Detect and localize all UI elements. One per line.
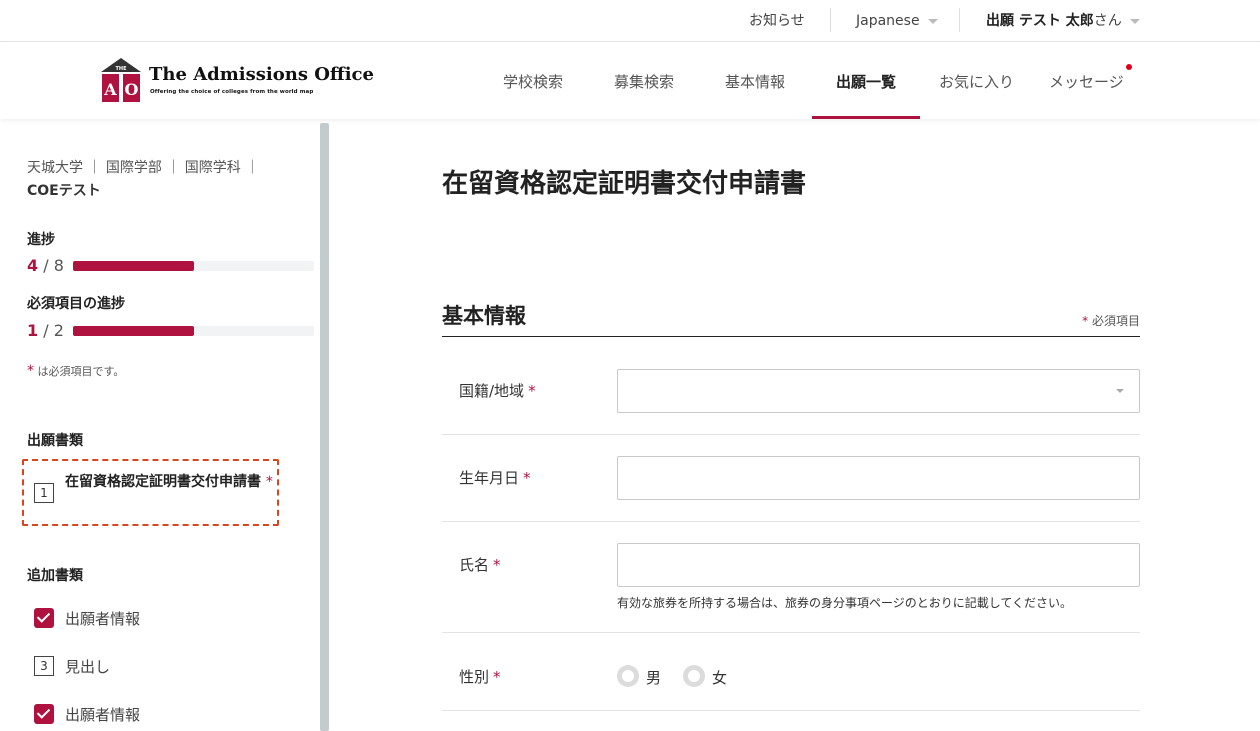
nav-recruitment-search[interactable]: 募集検索 [614, 42, 674, 119]
progress-separator: / [38, 256, 54, 275]
gender-radio-male[interactable] [617, 665, 639, 687]
row-divider [442, 521, 1140, 522]
additional-docs-heading: 追加書類 [27, 568, 83, 584]
row-divider [442, 710, 1140, 711]
required-star: * [528, 382, 536, 400]
progress-current: 4 [27, 256, 39, 275]
nationality-label-text: 国籍/地域 [459, 382, 525, 400]
name-input[interactable] [617, 543, 1140, 587]
chevron-down-icon [1116, 389, 1124, 393]
document-number-badge: 1 [34, 483, 54, 503]
required-progress-count: 1 / 2 [27, 321, 64, 340]
row-divider [442, 632, 1140, 633]
logo-subtitle: Offering the choice of colleges from the… [150, 89, 314, 95]
logo-mark-top: THE [115, 66, 127, 72]
progress-bar-fill [73, 261, 194, 271]
required-star: * [27, 363, 34, 379]
checkbox-checked-icon [34, 704, 54, 724]
document-number-badge: 3 [34, 656, 54, 676]
gender-option-male[interactable]: 男 [646, 667, 661, 688]
sidebar-item-applicant-info[interactable]: 出願者情報 [65, 608, 140, 629]
main-content: 在留資格認定証明書交付申請書 基本情報 * 必須項目 国籍/地域 * 生年月日 * … [330, 119, 1260, 731]
name-label-text: 氏名 [459, 556, 490, 574]
nationality-label: 国籍/地域 * [459, 380, 536, 401]
required-star: * [493, 556, 501, 574]
required-progress-current: 1 [27, 321, 39, 340]
birthdate-label: 生年月日 * [459, 467, 531, 488]
language-selector[interactable]: Japanese [856, 0, 938, 42]
birthdate-label-text: 生年月日 [459, 469, 520, 487]
required-progress-separator: / [38, 321, 54, 340]
gender-option-female[interactable]: 女 [712, 667, 727, 688]
logo-title: The Admissions Office [149, 64, 374, 85]
sidebar: 天城大学 ｜ 国際学部 ｜ 国際学科 ｜ COEテスト 進捗 4 / 8 必須項… [0, 119, 330, 731]
required-legend: * 必須項目 [1070, 312, 1140, 329]
program-name: COEテスト [27, 183, 101, 199]
birthdate-input[interactable] [617, 456, 1140, 500]
language-label: Japanese [856, 13, 920, 29]
gender-label-text: 性別 [459, 668, 490, 686]
logo-mark-o: O [125, 80, 139, 99]
required-progress-bar-fill [73, 326, 194, 336]
sidebar-item-coe-application[interactable]: 在留資格認定証明書交付申請書 * [65, 470, 275, 494]
application-docs-heading: 出願書類 [27, 433, 83, 449]
logo-mark-a: A [103, 80, 117, 99]
progress-label: 進捗 [27, 232, 55, 248]
required-progress-total: 2 [53, 321, 64, 340]
active-tab-indicator [812, 116, 920, 119]
page-title: 在留資格認定証明書交付申請書 [442, 169, 807, 199]
nav-school-search[interactable]: 学校検索 [503, 42, 563, 119]
required-star: * [493, 668, 501, 686]
name-help-text: 有効な旅券を所持する場合は、旅券の身分事項ページのとおりに記載してください。 [617, 596, 1073, 610]
required-note: * は必須項目です。 [27, 363, 124, 379]
user-menu[interactable]: 出願 テスト 太郎さん [986, 0, 1140, 42]
nav-basic-info[interactable]: 基本情報 [725, 42, 785, 119]
section-title: 基本情報 [442, 304, 526, 328]
divider [830, 8, 831, 32]
required-note-text: は必須項目です。 [34, 365, 125, 378]
gender-radio-female[interactable] [683, 665, 705, 687]
user-name: 出願 テスト 太郎 [986, 13, 1094, 29]
required-star: * [523, 469, 531, 487]
chevron-down-icon [927, 18, 938, 24]
logo-mark-icon: THE A O [101, 58, 141, 102]
nationality-select[interactable] [617, 369, 1140, 413]
sidebar-item-heading[interactable]: 見出し [65, 656, 110, 677]
row-divider [442, 434, 1140, 435]
nav-favorites[interactable]: お気に入り [939, 42, 1014, 119]
required-progress-bar [73, 326, 314, 336]
user-suffix: さん [1093, 13, 1122, 29]
document-label: 在留資格認定証明書交付申請書 [65, 474, 261, 490]
news-link[interactable]: お知らせ [749, 0, 805, 42]
checkbox-checked-icon [34, 608, 54, 628]
site-logo[interactable]: THE A O The Admissions Office Offering t… [101, 58, 374, 104]
required-star: * [265, 474, 273, 490]
section-divider [442, 336, 1140, 337]
main-header: THE A O The Admissions Office Offering t… [0, 42, 1260, 119]
progress-count: 4 / 8 [27, 256, 64, 275]
name-label: 氏名 * [459, 554, 501, 575]
nav-application-list[interactable]: 出願一覧 [836, 42, 896, 119]
progress-total: 8 [53, 256, 64, 275]
sidebar-item-applicant-info-2[interactable]: 出願者情報 [65, 704, 140, 725]
progress-bar [73, 261, 314, 271]
gender-label: 性別 * [459, 666, 501, 687]
nav-messages[interactable]: メッセージ [1049, 42, 1124, 119]
sidebar-scrollbar[interactable] [320, 123, 329, 731]
divider [959, 8, 960, 32]
breadcrumb: 天城大学 ｜ 国際学部 ｜ 国際学科 ｜ [27, 160, 260, 176]
notification-dot [1126, 64, 1132, 70]
chevron-down-icon [1129, 18, 1140, 24]
utility-bar: お知らせ Japanese 出願 テスト 太郎さん [0, 0, 1260, 42]
required-progress-label: 必須項目の進捗 [27, 296, 125, 312]
required-legend-text: 必須項目 [1088, 314, 1140, 328]
